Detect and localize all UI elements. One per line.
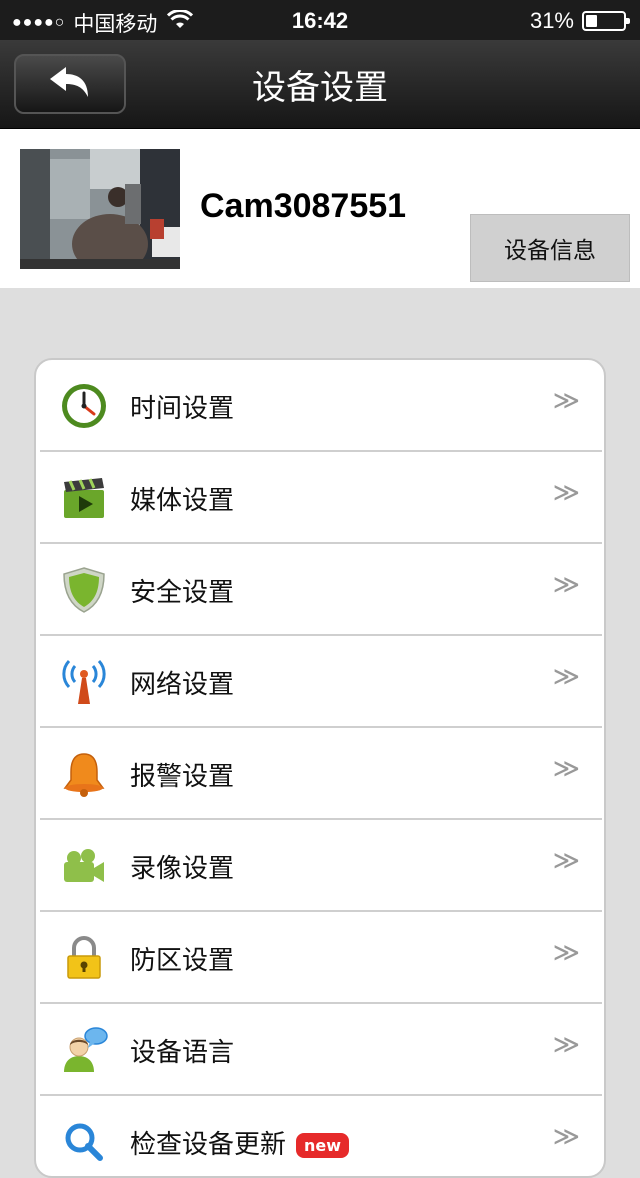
menu-item-device-language[interactable]: 设备语言 ≫ [36, 1004, 604, 1096]
menu-item-label: 安全设置 [130, 578, 235, 608]
chevron-right-icon: ≫ [552, 1122, 580, 1152]
battery-fill [586, 15, 597, 27]
device-name: Cam3087551 [200, 187, 407, 225]
chevron-right-icon: ≫ [552, 1030, 580, 1060]
menu-item-label-text: 检查设备更新 [130, 1130, 287, 1160]
menu-item-security-settings[interactable]: 安全设置 ≫ [36, 544, 604, 636]
menu-item-time-settings[interactable]: 时间设置 ≫ [36, 360, 604, 452]
chevron-right-icon: ≫ [552, 938, 580, 968]
shield-icon [60, 566, 108, 614]
chevron-right-icon: ≫ [552, 478, 580, 508]
settings-menu: 时间设置 ≫ 媒体设置 ≫ 安全设置 ≫ 网络设置 ≫ 报警设置 ≫ 录像设置 … [34, 358, 606, 1178]
menu-item-label: 录像设置 [130, 854, 235, 884]
battery-nub [626, 18, 630, 24]
status-right: 31% [529, 8, 630, 34]
menu-item-label: 报警设置 [130, 762, 235, 792]
menu-item-network-settings[interactable]: 网络设置 ≫ [36, 636, 604, 728]
device-info-button[interactable]: 设备信息 [470, 214, 630, 282]
device-panel: Cam3087551 设备信息 [0, 129, 640, 288]
battery-icon [582, 11, 630, 31]
menu-item-zone-settings[interactable]: 防区设置 ≫ [36, 912, 604, 1004]
camera-thumbnail[interactable] [20, 149, 180, 269]
menu-item-alarm-settings[interactable]: 报警设置 ≫ [36, 728, 604, 820]
clock-icon [60, 382, 108, 430]
menu-item-label: 媒体设置 [130, 486, 235, 516]
menu-item-media-settings[interactable]: 媒体设置 ≫ [36, 452, 604, 544]
clapperboard-icon [60, 474, 108, 522]
page-title: 设备设置 [252, 68, 388, 108]
chevron-right-icon: ≫ [552, 386, 580, 416]
antenna-icon [60, 658, 108, 706]
chevron-right-icon: ≫ [552, 662, 580, 692]
status-bar: ●●●●○ 中国移动 16:42 31% [0, 0, 640, 40]
menu-item-check-update[interactable]: 检查设备更新 new ≫ [36, 1096, 604, 1176]
menu-item-recording-settings[interactable]: 录像设置 ≫ [36, 820, 604, 912]
navigation-bar: 设备设置 [0, 40, 640, 129]
user-chat-icon [60, 1026, 108, 1074]
bell-icon [60, 750, 108, 798]
menu-item-label: 网络设置 [130, 670, 235, 700]
menu-item-label: 检查设备更新 new [130, 1124, 350, 1161]
video-camera-icon [60, 842, 108, 890]
chevron-right-icon: ≫ [552, 754, 580, 784]
menu-item-label: 时间设置 [130, 394, 235, 424]
battery-percent: 31% [529, 8, 574, 33]
menu-item-label: 防区设置 [130, 946, 235, 976]
menu-item-label: 设备语言 [130, 1038, 235, 1068]
new-badge: new [296, 1133, 350, 1158]
chevron-right-icon: ≫ [552, 570, 580, 600]
chevron-right-icon: ≫ [552, 846, 580, 876]
padlock-icon [60, 934, 108, 982]
update-icon [60, 1118, 108, 1166]
